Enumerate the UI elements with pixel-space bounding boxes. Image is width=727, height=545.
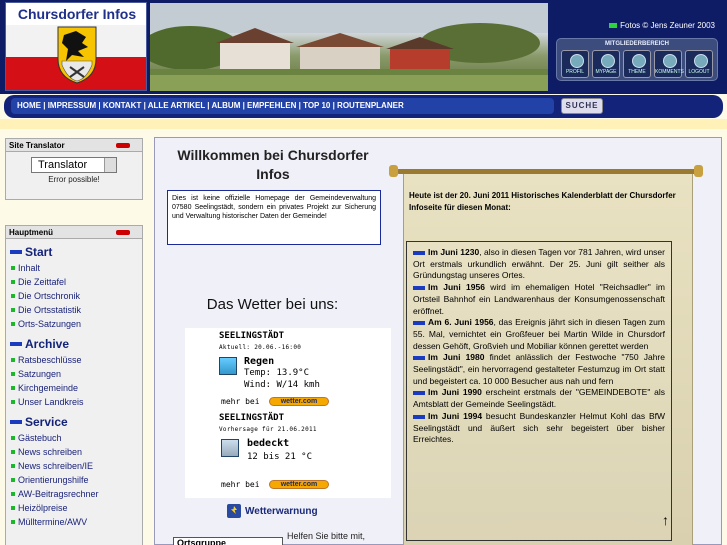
mypage-icon[interactable]: MYPAGE: [592, 50, 620, 78]
coat-of-arms-icon: [57, 26, 97, 84]
main-content: Willkommen bei Chursdorfer Infos Dies is…: [154, 137, 722, 545]
menu-item-orientierungshilfe[interactable]: Orientierungshilfe: [6, 473, 142, 487]
welcome-heading: Willkommen bei Chursdorfer Infos: [177, 147, 369, 182]
calendar-entry: Im Juni 1980 findet anlässlich der Festw…: [413, 352, 665, 386]
menu-item-news-schreiben-ie[interactable]: News schreiben/IE: [6, 459, 142, 473]
weather-wind: Wind: W/14 kmh: [244, 380, 320, 390]
menu-item-kirchgemeinde[interactable]: Kirchgemeinde: [6, 381, 142, 395]
logo-title: Chursdorfer Infos: [6, 3, 146, 25]
nav-links: HOME | IMPRESSUM | KONTAKT | ALLE ARTIKE…: [11, 98, 554, 114]
info-notice: Dies ist keine offizielle Homepage der G…: [167, 190, 381, 245]
forecast-mehr-label: mehr bei: [221, 480, 260, 489]
menu-section-archive: Archive: [10, 337, 142, 351]
menu-item-ratsbeschluesse[interactable]: Ratsbeschlüsse: [6, 353, 142, 367]
weather-warning-link[interactable]: Wetterwarnung: [227, 504, 318, 518]
arrow-up-icon[interactable]: ↑: [662, 512, 669, 528]
chevron-down-icon: [104, 158, 116, 172]
help-text: Helfen Sie bitte mit,: [287, 531, 366, 541]
cloud-icon: [221, 439, 239, 457]
member-panel: MITGLIEDERBEREICH PROFIL MYPAGE THEME KO…: [556, 38, 718, 81]
ortsgruppe-box: Ortsgruppe: [173, 537, 283, 545]
nav-empfehlen[interactable]: EMPFEHLEN: [247, 101, 296, 110]
header-banner: Chursdorfer Infos Fotos © Jens Zeuner 20…: [0, 0, 727, 94]
calendar-entry: Im Juni 1956 wird im ehemaligen Hotel "R…: [413, 282, 665, 316]
weather-current-time: Aktuell: 20.06.-16:00: [219, 344, 302, 351]
calendar-header: Heute ist der 20. Juni 2011 Historisches…: [409, 191, 676, 212]
logout-icon[interactable]: LOGOUT: [685, 50, 713, 78]
menu-section-start: Start: [10, 245, 142, 259]
nav-routenplaner[interactable]: ROUTENPLANER: [337, 101, 404, 110]
rain-icon: [219, 357, 237, 375]
member-area-title: MITGLIEDERBEREICH: [604, 41, 669, 47]
menu-item-muelltermine[interactable]: Mülltermine/AWV: [6, 515, 142, 529]
village-photo: [150, 3, 548, 91]
theme-icon[interactable]: THEME: [623, 50, 651, 78]
forecast-city: SEELINGSTÄDT: [219, 413, 285, 423]
weather-heading: Das Wetter bei uns:: [206, 296, 339, 313]
menu-item-ortschronik[interactable]: Die Ortschronik: [6, 289, 142, 303]
lightning-icon: [227, 504, 241, 518]
translator-error: Error possible!: [48, 175, 100, 184]
search-button[interactable]: SUCHE: [561, 98, 603, 114]
forecast-condition: bedeckt: [247, 438, 290, 449]
nav-impressum[interactable]: IMPRESSUM: [48, 101, 96, 110]
menu-section-service: Service: [10, 415, 142, 429]
menu-item-zeittafel[interactable]: Die Zeittafel: [6, 275, 142, 289]
main-menu-block: Hauptmenü Start Inhalt Die Zeittafel Die…: [5, 225, 143, 545]
main-menu-title: Hauptmenü: [9, 228, 53, 237]
menu-item-gaestebuch[interactable]: Gästebuch: [6, 431, 142, 445]
calendar-entries: Im Juni 1230, also in diesen Tagen vor 7…: [406, 241, 672, 541]
weather-temp: Temp: 13.9°C: [244, 368, 310, 378]
main-navbar: HOME | IMPRESSUM | KONTAKT | ALLE ARTIKE…: [4, 95, 723, 118]
member-area: Fotos © Jens Zeuner 2003 MITGLIEDERBEREI…: [551, 3, 723, 91]
weather-condition: Regen: [244, 356, 275, 367]
nav-top10[interactable]: TOP 10: [303, 101, 330, 110]
calendar-entry: Im Juni 1230, also in diesen Tagen vor 7…: [413, 247, 665, 281]
calendar-scroll: Heute ist der 20. Juni 2011 Historisches…: [389, 164, 719, 545]
nav-home[interactable]: HOME: [17, 101, 41, 110]
nav-kontakt[interactable]: KONTAKT: [103, 101, 142, 110]
collapse-icon[interactable]: [116, 143, 130, 148]
weather-widget[interactable]: SEELINGSTÄDT Aktuell: 20.06.-16:00 Regen…: [185, 328, 391, 498]
menu-item-orts-satzungen[interactable]: Orts-Satzungen: [6, 317, 142, 331]
menu-item-heizoelpreise[interactable]: Heizölpreise: [6, 501, 142, 515]
menu-item-landkreis[interactable]: Unser Landkreis: [6, 395, 142, 409]
weather-mehr-label: mehr bei: [221, 397, 260, 406]
menu-item-news-schreiben[interactable]: News schreiben: [6, 445, 142, 459]
calendar-entry: Im Juni 1990 erscheint erstmals der "GEM…: [413, 387, 665, 410]
collapse-icon[interactable]: [116, 230, 130, 235]
translator-block: Site Translator Translator Error possibl…: [5, 138, 143, 200]
translator-block-title: Site Translator: [9, 141, 65, 150]
wetter-com-logo[interactable]: wetter.com: [269, 480, 329, 489]
wetter-com-logo[interactable]: wetter.com: [269, 397, 329, 406]
menu-item-ortsstatistik[interactable]: Die Ortsstatistik: [6, 303, 142, 317]
nav-alle-artikel[interactable]: ALLE ARTIKEL: [148, 101, 205, 110]
menu-item-aw-beitragsrechner[interactable]: AW-Beitragsrechner: [6, 487, 142, 501]
weather-city: SEELINGSTÄDT: [219, 331, 285, 341]
photo-credit: Fotos © Jens Zeuner 2003: [620, 21, 715, 30]
forecast-date: Vorhersage für 21.06.2011: [219, 426, 317, 433]
calendar-entry: Am 6. Juni 1956, das Ereignis jährt sich…: [413, 317, 665, 351]
forecast-range: 12 bis 21 °C: [247, 452, 313, 462]
calendar-entry: Im Juni 1994 besucht Bundeskanzler Helmu…: [413, 410, 665, 445]
menu-item-inhalt[interactable]: Inhalt: [6, 261, 142, 275]
profile-icon[interactable]: PROFIL: [561, 50, 589, 78]
site-logo[interactable]: Chursdorfer Infos: [5, 2, 147, 91]
comments-icon[interactable]: KOMMENTS: [654, 50, 684, 78]
menu-item-satzungen[interactable]: Satzungen: [6, 367, 142, 381]
nav-album[interactable]: ALBUM: [211, 101, 240, 110]
translator-select[interactable]: Translator: [31, 157, 117, 173]
